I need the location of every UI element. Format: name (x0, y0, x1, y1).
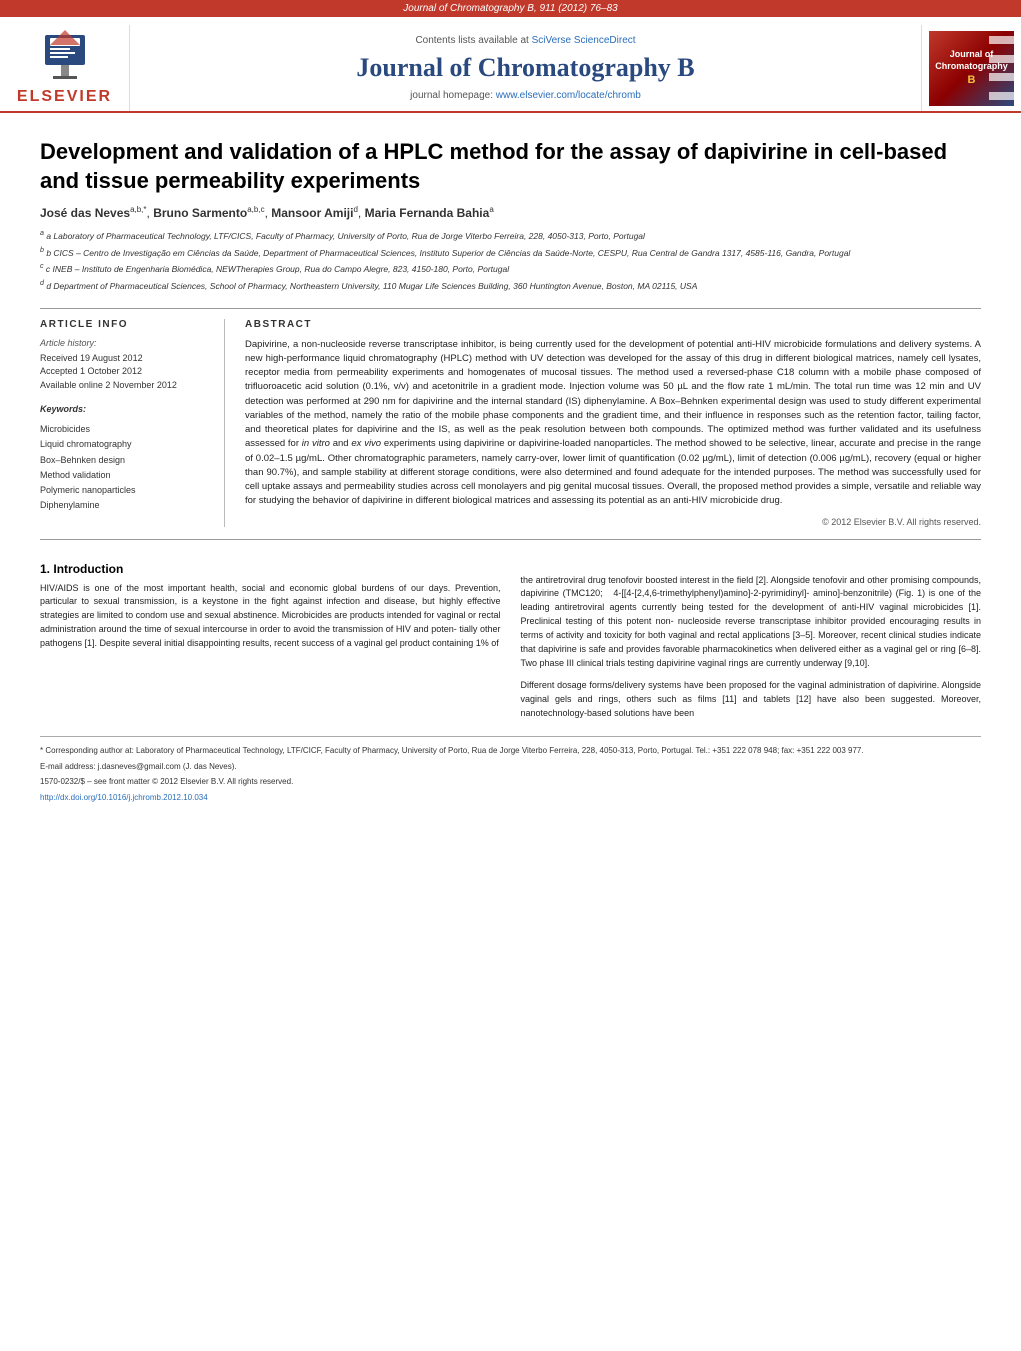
abstract-label: ABSTRACT (245, 319, 981, 330)
journal-logo-box: Journal of Chromatography B (929, 31, 1014, 106)
elsevier-logo: ELSEVIER (0, 25, 130, 111)
affiliation-b: b b CICS – Centro de Investigação em Ciê… (40, 245, 981, 260)
elsevier-wordmark: ELSEVIER (17, 88, 112, 106)
available-date: Available online 2 November 2012 (40, 379, 209, 393)
footnote-issn: 1570-0232/$ – see front matter © 2012 El… (40, 776, 981, 789)
keywords-label: Keywords: (40, 404, 209, 414)
body-left: 1. Introduction HIV/AIDS is one of the m… (40, 552, 501, 721)
keyword-1: Microbicides (40, 422, 209, 437)
article-history: Article history: Received 19 August 2012… (40, 338, 209, 393)
intro-right-text-2: Different dosage forms/delivery systems … (521, 679, 982, 721)
intro-right-text-1: the antiretroviral drug tenofovir booste… (521, 574, 982, 672)
footnote-email: E-mail address: j.dasneves@gmail.com (J.… (40, 761, 981, 774)
journal-citation: Journal of Chromatography B, 911 (2012) … (403, 3, 617, 14)
keywords-section: Keywords: Microbicides Liquid chromatogr… (40, 404, 209, 514)
affiliation-d: d d Department of Pharmaceutical Science… (40, 278, 981, 293)
article-content: Development and validation of a HPLC met… (0, 113, 1021, 823)
footnote-corresponding: * Corresponding author at: Laboratory of… (40, 745, 981, 758)
footnote-doi: http://dx.doi.org/10.1016/j.jchromb.2012… (40, 792, 981, 805)
footnotes: * Corresponding author at: Laboratory of… (40, 736, 981, 805)
body-content: 1. Introduction HIV/AIDS is one of the m… (40, 552, 981, 721)
copyright-text: © 2012 Elsevier B.V. All rights reserved… (245, 517, 981, 527)
author-4: Maria Fernanda Bahia (365, 206, 490, 220)
abstract-col: ABSTRACT Dapivirine, a non-nucleoside re… (245, 319, 981, 527)
author-3: Mansoor Amiji (271, 206, 353, 220)
journal-right-logo: Journal of Chromatography B (921, 25, 1021, 111)
keyword-5: Polymeric nanoparticles (40, 483, 209, 498)
keyword-4: Method validation (40, 468, 209, 483)
accepted-date: Accepted 1 October 2012 (40, 365, 209, 379)
intro-left-text: HIV/AIDS is one of the most important he… (40, 582, 501, 652)
author-2: Bruno Sarmento (153, 206, 247, 220)
authors-line: José das Nevesa,b,*, Bruno Sarmentoa,b,c… (40, 205, 981, 220)
journal-banner: Journal of Chromatography B, 911 (2012) … (0, 0, 1021, 17)
content-divider (40, 539, 981, 540)
affiliation-a: a a Laboratory of Pharmaceutical Technol… (40, 228, 981, 243)
keyword-2: Liquid chromatography (40, 437, 209, 452)
journal-homepage: journal homepage: www.elsevier.com/locat… (410, 90, 641, 101)
journal-center-header: Contents lists available at SciVerse Sci… (130, 25, 921, 111)
page: Journal of Chromatography B, 911 (2012) … (0, 0, 1021, 1351)
info-abstract-section: ARTICLE INFO Article history: Received 1… (40, 308, 981, 527)
journal-homepage-link[interactable]: www.elsevier.com/locate/chromb (496, 90, 641, 101)
body-right: the antiretroviral drug tenofovir booste… (521, 552, 982, 721)
abstract-text: Dapivirine, a non-nucleoside reverse tra… (245, 338, 981, 509)
received-date: Received 19 August 2012 (40, 352, 209, 366)
sciverse-line: Contents lists available at SciVerse Sci… (415, 35, 635, 46)
affiliation-c: c c INEB – Instituto de Engenharia Biomé… (40, 261, 981, 276)
journal-title: Journal of Chromatography B (356, 53, 694, 83)
intro-section-title: 1. Introduction (40, 562, 501, 576)
article-title: Development and validation of a HPLC met… (40, 138, 981, 195)
keyword-6: Diphenylamine (40, 498, 209, 513)
article-info-col: ARTICLE INFO Article history: Received 1… (40, 319, 225, 527)
history-label: Article history: (40, 338, 209, 348)
doi-link[interactable]: http://dx.doi.org/10.1016/j.jchromb.2012… (40, 793, 208, 802)
journal-header: ELSEVIER Contents lists available at Sci… (0, 17, 1021, 113)
elsevier-tree-icon (35, 30, 95, 85)
author-1: José das Neves (40, 206, 130, 220)
affiliations: a a Laboratory of Pharmaceutical Technol… (40, 228, 981, 292)
sciverse-link[interactable]: SciVerse ScienceDirect (532, 35, 636, 46)
article-info-label: ARTICLE INFO (40, 319, 209, 330)
keyword-3: Box–Behnken design (40, 453, 209, 468)
